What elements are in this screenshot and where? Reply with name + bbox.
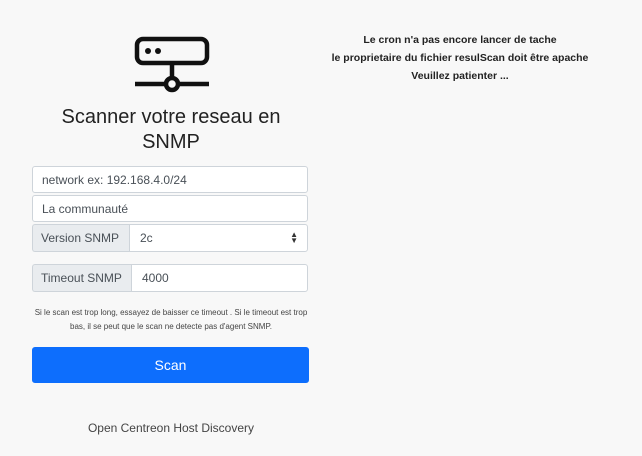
- timeout-input[interactable]: 4000: [131, 264, 308, 292]
- notice-line: Veuillez patienter ...: [411, 70, 509, 82]
- timeout-label: Timeout SNMP: [32, 264, 131, 292]
- select-chevron-icon: ▲ ▼: [290, 230, 298, 245]
- community-input-wrapper: [32, 195, 308, 222]
- snmp-version-group: Version SNMP 2c ▲ ▼: [32, 224, 308, 252]
- community-input[interactable]: [33, 196, 307, 221]
- notice-line: Le cron n'a pas encore lancer de tache: [363, 34, 557, 46]
- host-discovery-link[interactable]: Open Centreon Host Discovery: [32, 421, 310, 435]
- timeout-value: 4000: [142, 271, 169, 285]
- timeout-group: Timeout SNMP 4000: [32, 264, 308, 292]
- network-input-wrapper: [32, 166, 308, 193]
- page-title: Scanner votre reseau en SNMP: [61, 106, 281, 153]
- network-server-icon: [134, 36, 210, 93]
- cron-status-notice: Le cron n'a pas encore lancer de tache l…: [310, 31, 610, 85]
- notice-line: le proprietaire du fichier resulScan doi…: [331, 52, 589, 64]
- network-input[interactable]: [33, 167, 307, 192]
- snmp-version-label: Version SNMP: [32, 224, 129, 252]
- snmp-version-value: 2c: [140, 231, 153, 245]
- timeout-help-text: Si le scan est trop long, essayez de bai…: [34, 308, 308, 331]
- scan-button[interactable]: Scan: [32, 347, 309, 383]
- snmp-version-select[interactable]: 2c ▲ ▼: [129, 224, 308, 252]
